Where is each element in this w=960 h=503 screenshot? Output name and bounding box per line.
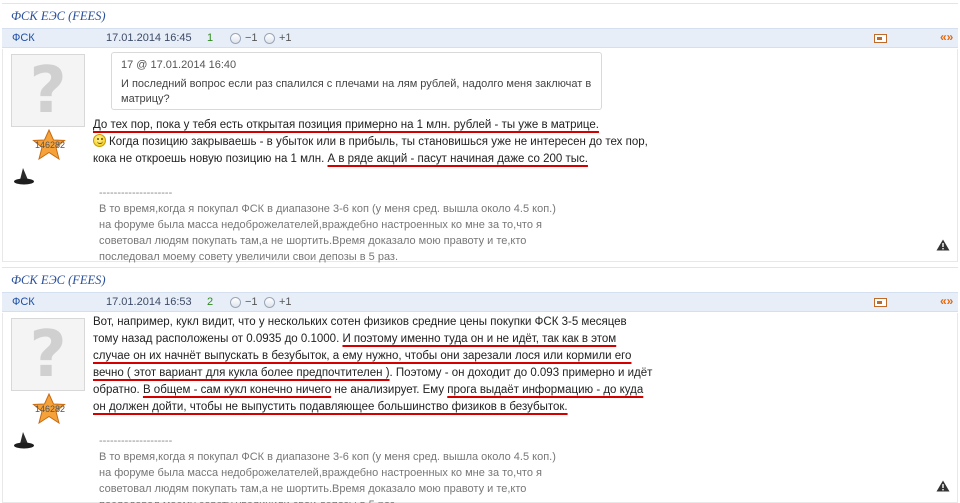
signature-separator: -------------------- <box>99 435 173 447</box>
star-badge: 146282 <box>32 128 66 161</box>
star-badge: 146282 <box>32 392 66 425</box>
wizard-hat-icon <box>14 432 34 449</box>
post-body: ? 146282 Вот, например, кукл видит, что … <box>2 313 958 503</box>
quote-button[interactable]: «» <box>940 294 953 308</box>
forum-post: ФСК ЕЭС (FEES) ФСК 17.01.2014 16:45 1 −1… <box>2 3 958 265</box>
topic-title-link[interactable]: ФСК ЕЭС (FEES) <box>2 3 958 25</box>
wizard-hat-icon <box>14 168 34 185</box>
report-warning-icon[interactable] <box>936 480 950 492</box>
private-message-icon[interactable] <box>874 34 887 43</box>
vote-minus-label: −1 <box>245 296 258 308</box>
signature: -------------------- В то время,когда я … <box>99 433 569 503</box>
avatar[interactable]: ? <box>11 318 85 391</box>
message-line: А в ряде акций - пасут начиная даже со 2… <box>327 153 588 165</box>
signature-separator: -------------------- <box>99 187 173 199</box>
message-line: До тех пор, пока у тебя есть открытая по… <box>93 119 599 131</box>
report-warning-icon[interactable] <box>936 239 950 251</box>
avatar[interactable]: ? <box>11 54 85 127</box>
topic-title-link[interactable]: ФСК ЕЭС (FEES) <box>2 267 958 289</box>
quote-text: И последний вопрос если раз спалился с п… <box>121 78 592 105</box>
vote-plus-radio[interactable] <box>264 297 275 308</box>
vote-plus-label: +1 <box>279 296 292 308</box>
author-link[interactable]: ФСК <box>12 296 35 308</box>
quote-block: 17 @ 17.01.2014 16:40 И последний вопрос… <box>111 52 602 110</box>
message-text: До тех пор, пока у тебя есть открытая по… <box>93 117 653 168</box>
post-body: ? 146282 17 @ 17.01.2014 16:40 И последн… <box>2 49 958 265</box>
post-header: ФСК 17.01.2014 16:53 2 −1 +1 «» <box>2 292 958 312</box>
private-message-icon[interactable] <box>874 298 887 307</box>
vote-minus-radio[interactable] <box>230 33 241 44</box>
vote-plus-radio[interactable] <box>264 33 275 44</box>
post-rating: 2 <box>207 296 214 308</box>
forum-post: ФСК ЕЭС (FEES) ФСК 17.01.2014 16:53 2 −1… <box>2 267 958 503</box>
user-points: 146282 <box>34 404 66 414</box>
smiley-icon <box>93 134 106 147</box>
quote-button[interactable]: «» <box>940 30 953 44</box>
post-header: ФСК 17.01.2014 16:45 1 −1 +1 «» <box>2 28 958 48</box>
vote-plus-label: +1 <box>279 32 292 44</box>
signature: -------------------- В то время,когда я … <box>99 185 569 265</box>
vote-minus-radio[interactable] <box>230 297 241 308</box>
message-text: Вот, например, кукл видит, что у несколь… <box>93 314 653 416</box>
quote-header: 17 @ 17.01.2014 16:40 <box>121 59 237 71</box>
message-segment: В общем - сам кукл конечно ничего <box>142 384 332 396</box>
post-date: 17.01.2014 16:45 <box>106 32 192 44</box>
user-points: 146282 <box>34 140 66 150</box>
signature-text: В то время,когда я покупал ФСК в диапазо… <box>99 203 556 263</box>
vote-minus-label: −1 <box>245 32 258 44</box>
question-mark-icon: ? <box>29 317 67 392</box>
author-link[interactable]: ФСК <box>12 32 35 44</box>
post-date: 17.01.2014 16:53 <box>106 296 192 308</box>
post-rating: 1 <box>207 32 214 44</box>
signature-text: В то время,когда я покупал ФСК в диапазо… <box>99 451 556 503</box>
message-segment: не анализирует. Ему <box>331 384 448 396</box>
question-mark-icon: ? <box>29 53 67 128</box>
